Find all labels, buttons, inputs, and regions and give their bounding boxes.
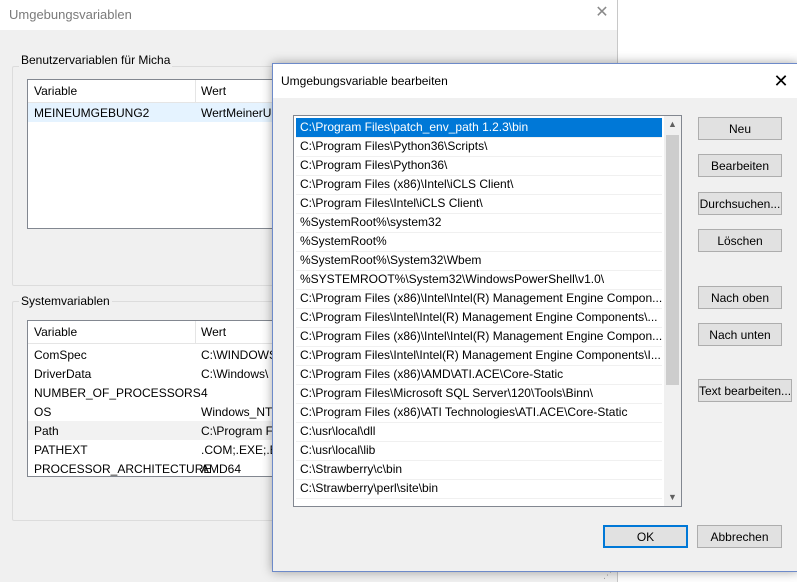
browse-button[interactable]: Durchsuchen... — [698, 192, 782, 215]
path-entry[interactable]: C:\Program Files (x86)\Intel\iCLS Client… — [296, 175, 662, 195]
user-variable-value: WertMeinerU — [201, 106, 272, 120]
system-variable-value: Windows_NT — [201, 405, 273, 419]
path-entry-text: C:\Program Files (x86)\AMD\ATI.ACE\Core-… — [300, 367, 564, 381]
path-entry[interactable]: C:\Program Files (x86)\Intel\Intel(R) Ma… — [296, 289, 662, 309]
path-entry-text: C:\Program Files (x86)\Intel\Intel(R) Ma… — [300, 329, 662, 343]
path-entry[interactable]: C:\Strawberry\c\bin — [296, 460, 662, 480]
dialog-close-icon[interactable]: ✕ — [771, 71, 791, 91]
path-entry-text: C:\Program Files\Microsoft SQL Server\12… — [300, 386, 593, 400]
system-variable-row[interactable]: ComSpec C:\WINDOWS — [28, 345, 288, 364]
path-entry-text: %SystemRoot%\system32 — [300, 215, 442, 229]
path-list-scrollbar[interactable]: ▲ ▼ — [664, 116, 681, 506]
system-variable-value: C:\Windows\ — [201, 367, 269, 381]
user-variables-list[interactable]: Variable Wert MEINEUMGEBUNG2 WertMeinerU — [27, 79, 289, 229]
system-list-header: Variable Wert — [28, 321, 288, 344]
path-entry[interactable]: C:\usr\local\lib — [296, 441, 662, 461]
system-col-variable[interactable]: Variable — [34, 325, 77, 339]
path-entry-text: C:\Program Files (x86)\Intel\Intel(R) Ma… — [300, 291, 662, 305]
system-variable-row[interactable]: PATHEXT .COM;.EXE;.B — [28, 440, 288, 459]
path-entry[interactable]: C:\Program Files\Intel\iCLS Client\ — [296, 194, 662, 214]
path-entry[interactable]: C:\Program Files\Microsoft SQL Server\12… — [296, 384, 662, 404]
path-entry[interactable]: C:\Program Files\Intel\Intel(R) Manageme… — [296, 346, 662, 366]
system-col-value[interactable]: Wert — [201, 325, 226, 339]
path-entry-text: C:\Program Files\Intel\iCLS Client\ — [300, 196, 483, 210]
system-variable-name: Path — [34, 424, 59, 438]
cancel-button[interactable]: Abbrechen — [697, 525, 782, 548]
move-up-button[interactable]: Nach oben — [698, 286, 782, 309]
path-entry-text: C:\Strawberry\perl\site\bin — [300, 481, 439, 495]
system-variables-label: Systemvariablen — [19, 294, 112, 308]
system-variable-name: DriverData — [34, 367, 92, 381]
edit-text-button[interactable]: Text bearbeiten... — [698, 379, 792, 402]
dialog-title: Umgebungsvariable bearbeiten — [281, 74, 448, 88]
bg-window-title: Umgebungsvariablen — [9, 7, 132, 22]
user-col-value[interactable]: Wert — [201, 84, 226, 98]
path-entry-text: C:\Program Files\Intel\Intel(R) Manageme… — [300, 348, 661, 362]
path-entry[interactable]: C:\Program Files (x86)\ATI Technologies\… — [296, 403, 662, 423]
path-entry[interactable]: C:\usr\local\dll — [296, 422, 662, 442]
system-variable-name: PROCESSOR_ARCHITECTURE — [34, 462, 212, 476]
path-entry-text: C:\Program Files\Python36\Scripts\ — [300, 139, 488, 153]
path-entry-text: C:\Program Files\Python36\ — [300, 158, 448, 172]
path-entry-text: %SYSTEMROOT%\System32\WindowsPowerShell\… — [300, 272, 605, 286]
user-variables-label: Benutzervariablen für Micha — [19, 53, 173, 67]
move-down-button[interactable]: Nach unten — [698, 323, 782, 346]
system-variable-value: .COM;.EXE;.B — [201, 443, 278, 457]
path-entry-text: C:\Program Files\Intel\Intel(R) Manageme… — [300, 310, 658, 324]
scrollbar-thumb[interactable] — [666, 135, 679, 385]
path-entries-list[interactable]: C:\Program Files\patch_env_path 1.2.3\bi… — [293, 115, 682, 507]
path-entry-text: %SystemRoot%\System32\Wbem — [300, 253, 482, 267]
path-entry[interactable]: C:\Program Files\Intel\Intel(R) Manageme… — [296, 308, 662, 328]
system-variable-row[interactable]: OS Windows_NT — [28, 402, 288, 421]
path-entry[interactable]: %SystemRoot%\System32\Wbem — [296, 251, 662, 271]
ok-button[interactable]: OK — [603, 525, 688, 548]
path-entry-text: C:\usr\local\lib — [300, 443, 376, 457]
system-variable-name: OS — [34, 405, 52, 419]
path-entry-text: C:\Program Files\patch_env_path 1.2.3\bi… — [300, 120, 529, 134]
path-entry[interactable]: %SystemRoot% — [296, 232, 662, 252]
path-entry[interactable]: %SystemRoot%\system32 — [296, 213, 662, 233]
system-variable-name: PATHEXT — [34, 443, 88, 457]
path-entry-text: C:\Program Files (x86)\ATI Technologies\… — [300, 405, 628, 419]
path-entry-text: C:\Strawberry\c\bin — [300, 462, 403, 476]
edit-environment-variable-dialog: Umgebungsvariable bearbeiten ✕ C:\Progra… — [272, 63, 797, 572]
user-col-variable[interactable]: Variable — [34, 84, 77, 98]
system-variable-row[interactable]: Path C:\Program F — [28, 421, 288, 440]
path-entry[interactable]: C:\Program Files\patch_env_path 1.2.3\bi… — [296, 118, 662, 138]
path-entry[interactable]: C:\Program Files (x86)\Intel\Intel(R) Ma… — [296, 327, 662, 347]
system-variable-row[interactable]: NUMBER_OF_PROCESSORS 4 — [28, 383, 288, 402]
system-variable-value: 4 — [201, 386, 208, 400]
system-variable-name: NUMBER_OF_PROCESSORS — [34, 386, 201, 400]
system-variable-name: ComSpec — [34, 348, 87, 362]
path-entry[interactable]: C:\Strawberry\perl\site\bin — [296, 479, 662, 499]
path-entry-text: C:\usr\local\dll — [300, 424, 376, 438]
path-entry-text: %SystemRoot% — [300, 234, 387, 248]
edit-button[interactable]: Bearbeiten — [698, 154, 782, 177]
path-entry[interactable]: %SYSTEMROOT%\System32\WindowsPowerShell\… — [296, 270, 662, 290]
dialog-titlebar: Umgebungsvariable bearbeiten ✕ — [273, 64, 797, 98]
user-variable-name: MEINEUMGEBUNG2 — [34, 106, 150, 120]
path-entry[interactable]: C:\Program Files\Python36\ — [296, 156, 662, 176]
path-entry-text: C:\Program Files (x86)\Intel\iCLS Client… — [300, 177, 514, 191]
scroll-up-arrow-icon[interactable]: ▲ — [664, 116, 681, 133]
system-variable-row[interactable]: DriverData C:\Windows\ — [28, 364, 288, 383]
system-variable-row[interactable]: PROCESSOR_ARCHITECTURE AMD64 — [28, 459, 288, 476]
user-list-header: Variable Wert — [28, 80, 288, 103]
system-variable-value: AMD64 — [201, 462, 242, 476]
bg-close-icon[interactable]: ✕ — [593, 4, 611, 22]
scroll-down-arrow-icon[interactable]: ▼ — [664, 489, 681, 506]
bg-titlebar: Umgebungsvariablen ✕ — [0, 0, 617, 30]
path-entry[interactable]: C:\Program Files\Python36\Scripts\ — [296, 137, 662, 157]
path-entry[interactable]: C:\Program Files (x86)\AMD\ATI.ACE\Core-… — [296, 365, 662, 385]
new-button[interactable]: Neu — [698, 117, 782, 140]
user-variable-row[interactable]: MEINEUMGEBUNG2 WertMeinerU — [28, 103, 288, 122]
delete-button[interactable]: Löschen — [698, 229, 782, 252]
system-variable-value: C:\WINDOWS — [201, 348, 277, 362]
system-variables-list[interactable]: Variable Wert ComSpec C:\WINDOWS DriverD… — [27, 320, 289, 477]
system-variable-value: C:\Program F — [201, 424, 274, 438]
